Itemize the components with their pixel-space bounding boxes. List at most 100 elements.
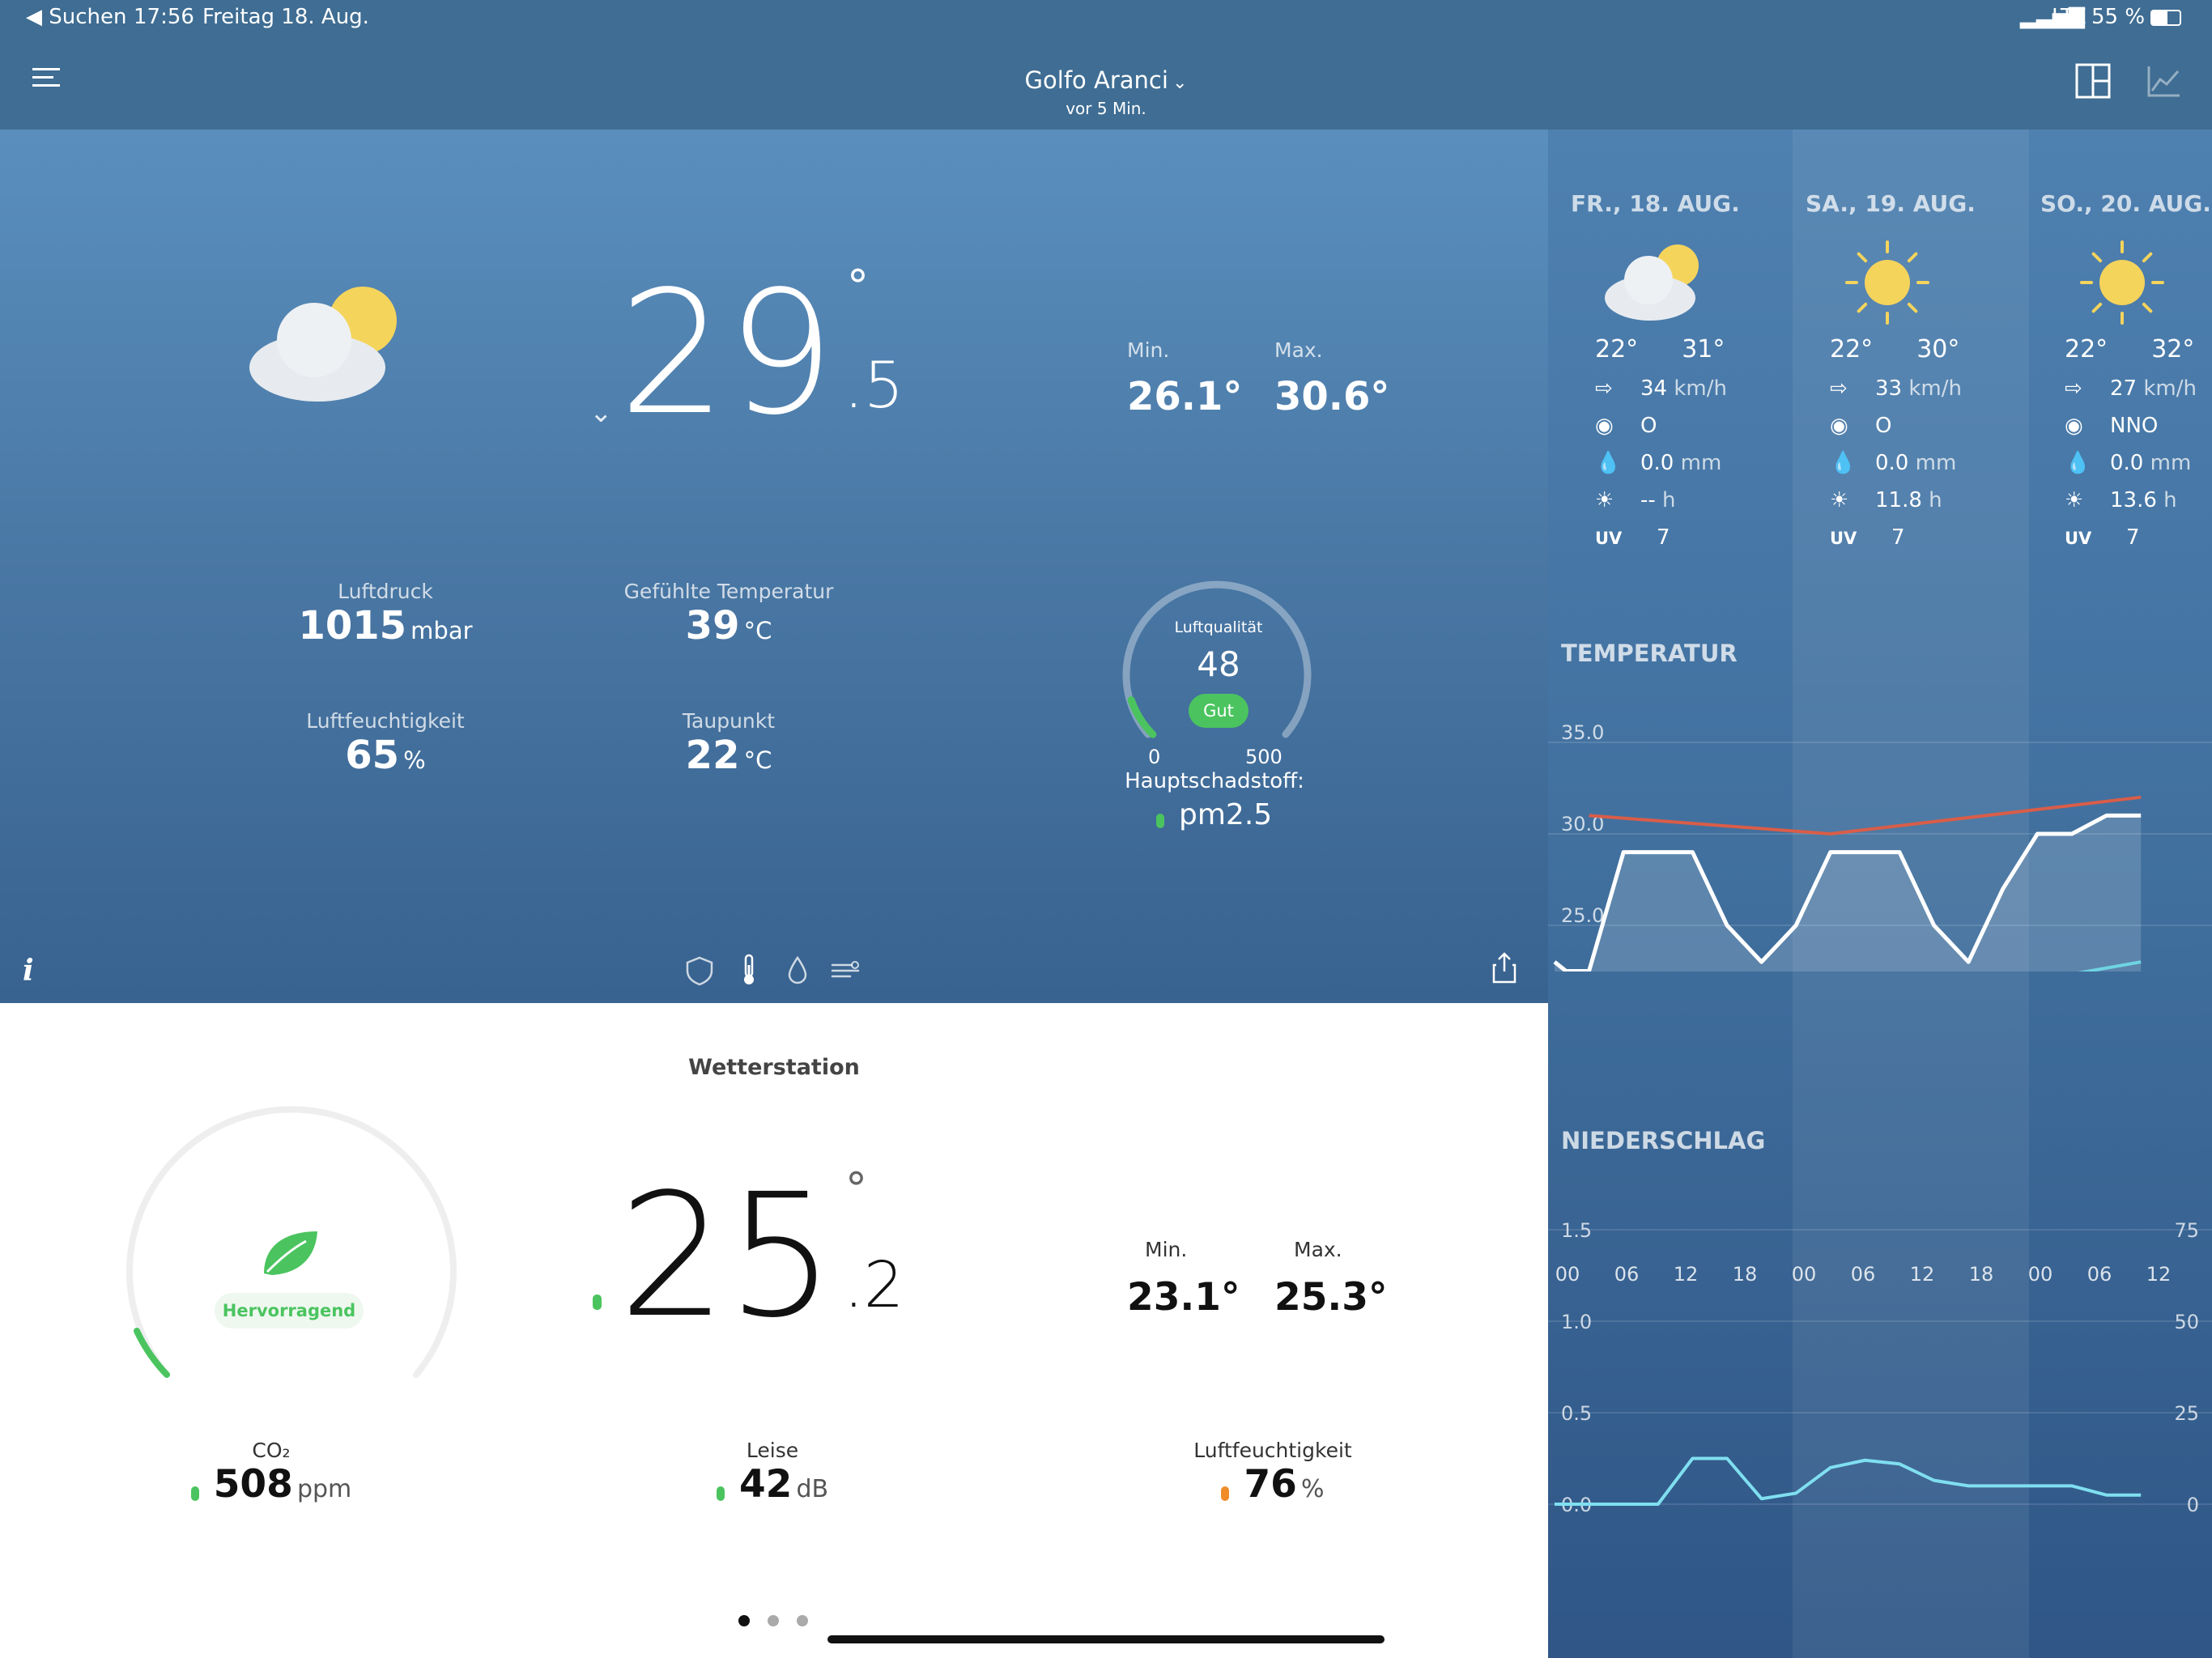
forecast-day-title: SA., 19. AUG. xyxy=(1806,190,1976,217)
compass-icon: ◉ xyxy=(2065,414,2083,438)
pollutant-row: pm2.5 xyxy=(1156,798,1272,831)
rain-y2-tick: 25 xyxy=(2174,1402,2199,1425)
pollutant-label: Hauptschadstoff: xyxy=(1125,769,1304,793)
pressure-value: 1015 xyxy=(298,603,407,648)
forecast-uv: UV 7 xyxy=(1830,525,1905,550)
air-quality-title: Luftqualität xyxy=(1174,619,1263,636)
chevron-down-icon: ⌄ xyxy=(1172,73,1188,93)
home-indicator[interactable] xyxy=(827,1635,1385,1643)
rain-x-tick: 12 xyxy=(1674,1263,1699,1286)
page-dot-3[interactable] xyxy=(797,1615,808,1626)
dew-point-unit: °C xyxy=(743,746,772,774)
outdoor-min-label: Min. xyxy=(1127,338,1170,362)
temperature-section-title: TEMPERATUR xyxy=(1561,640,1738,667)
wind-icon[interactable] xyxy=(831,959,863,981)
co2-label: CO₂ xyxy=(252,1439,291,1462)
graph-icon[interactable] xyxy=(2147,65,2181,97)
weather-station-panel: Wetterstation Hervorragend 25 ° .2 Min. … xyxy=(0,1003,1548,1658)
forecast-high: 30° xyxy=(1916,335,1960,363)
forecast-sunshine: ☀ 13.6 h xyxy=(2065,488,2177,512)
rain-y-tick: 1.5 xyxy=(1561,1219,1592,1242)
menu-icon[interactable] xyxy=(32,68,60,91)
air-quality-badge: Gut xyxy=(1189,694,1249,728)
forecast-wind: ⇨ 33 km/h xyxy=(1830,376,1962,401)
outdoor-panel: ⌄ 29 ° .5 Min. Max. 26.1° 30.6° Luftdruc… xyxy=(0,130,1548,1003)
page-dot-2[interactable] xyxy=(768,1615,779,1626)
rain-y2-tick: 50 xyxy=(2174,1311,2199,1333)
sun-icon xyxy=(2078,238,2212,335)
pressure-block: Luftdruck 1015 mbar xyxy=(264,580,507,648)
station-degree-symbol: ° xyxy=(845,1163,867,1214)
top-bar: ◀ Suchen 17:56 Freitag 18. Aug. ▂▃▅▇ LTE… xyxy=(0,0,2212,130)
raindrops-icon: 💧 xyxy=(2065,451,2091,475)
feels-like-block: Gefühlte Temperatur 39 °C xyxy=(591,580,866,648)
droplet-icon[interactable] xyxy=(787,955,808,984)
uv-label: UV xyxy=(1595,529,1623,548)
forecast-wind: ⇨ 27 km/h xyxy=(2065,376,2197,401)
rain-y-tick: 0.5 xyxy=(1561,1402,1592,1425)
forecast-day-column[interactable]: FR., 18. AUG. 22° 31° ⇨ 34 km/h ◉ O 💧 0.0 mm ☀ -- … xyxy=(1571,190,1791,550)
wind-arrow-icon: ⇨ xyxy=(1595,376,1613,401)
precipitation-chart: 2.0 mm100%1.5751.0500.5250.0000061218000… xyxy=(1548,1219,2212,1516)
rain-x-tick: 00 xyxy=(1792,1263,1817,1286)
forecast-temp-range: 22° 31° xyxy=(1595,335,1791,363)
page-dot-1[interactable] xyxy=(738,1615,750,1626)
forecast-high: 31° xyxy=(1682,335,1725,363)
co2-block: CO₂ 508 ppm xyxy=(162,1439,381,1507)
rain-x-tick: 18 xyxy=(1733,1263,1758,1286)
noise-value: 42 xyxy=(738,1462,793,1507)
dashboard-layout-icon[interactable] xyxy=(2075,63,2111,99)
rain-x-tick: 12 xyxy=(2146,1263,2172,1286)
feels-like-value: 39 xyxy=(685,603,740,648)
pressure-label: Luftdruck xyxy=(338,580,433,603)
indoor-humidity-status-dot xyxy=(1221,1486,1230,1501)
forecast-low: 22° xyxy=(1830,335,1874,363)
forecast-sunshine: ☀ 11.8 h xyxy=(1830,488,1942,512)
share-icon[interactable] xyxy=(1491,952,1517,984)
indoor-humidity-label: Luftfeuchtigkeit xyxy=(1193,1439,1352,1462)
rain-x-tick: 18 xyxy=(1969,1263,1994,1286)
compass-icon: ◉ xyxy=(1595,414,1614,438)
location-selector[interactable]: Golfo Aranci ⌄ vor 5 Min. xyxy=(944,66,1268,118)
sunshine-icon: ☀ xyxy=(2065,488,2084,512)
station-title: Wetterstation xyxy=(688,1055,860,1080)
station-max-value: 25.3° xyxy=(1274,1275,1388,1320)
air-quality-scale-max: 500 xyxy=(1245,746,1283,768)
network-type: LTE xyxy=(2052,5,2087,29)
status-date: Freitag 18. Aug. xyxy=(202,5,369,29)
compass-icon: ◉ xyxy=(1830,414,1848,438)
outdoor-min-value: 26.1° xyxy=(1127,374,1243,419)
forecast-day-column[interactable]: SO., 20. AUG. 22° 32° ⇨ 27 km/h ◉ NNO 💧 0.0 mm ☀ 1… xyxy=(2040,190,2212,550)
noise-status-dot xyxy=(716,1486,725,1501)
back-to-search-link[interactable]: ◀ Suchen xyxy=(26,5,127,29)
shield-icon[interactable] xyxy=(685,955,714,986)
outdoor-max-value: 30.6° xyxy=(1274,374,1390,419)
forecast-panel: FR., 18. AUG. 22° 31° ⇨ 34 km/h ◉ O 💧 0.0 mm ☀ -- … xyxy=(1548,130,2212,1658)
co2-value: 508 xyxy=(213,1462,293,1507)
noise-unit: dB xyxy=(796,1475,829,1503)
station-max-label: Max. xyxy=(1294,1238,1342,1261)
forecast-temp-range: 22° 32° xyxy=(2065,335,2212,363)
temp-y-tick: 25.0 xyxy=(1561,904,1604,927)
rain-y-tick: 1.0 xyxy=(1561,1311,1592,1333)
rain-series-line xyxy=(1555,1456,2142,1506)
station-temp-status-dot xyxy=(593,1295,602,1310)
sunshine-icon: ☀ xyxy=(1830,488,1849,512)
thermometer-icon[interactable] xyxy=(738,954,759,986)
forecast-uv: UV 7 xyxy=(1595,525,1670,550)
updated-time: vor 5 Min. xyxy=(1066,99,1146,118)
temp-y-tick: 35.0 xyxy=(1561,721,1604,744)
noise-label: Leise xyxy=(746,1439,799,1462)
info-icon[interactable]: i xyxy=(23,954,34,988)
forecast-wind-direction: ◉ O xyxy=(1830,414,1892,438)
air-quality-value: 48 xyxy=(1197,644,1240,684)
forecast-day-title: FR., 18. AUG. xyxy=(1571,190,1740,217)
dew-point-value: 22 xyxy=(685,733,740,778)
raindrops-icon: 💧 xyxy=(1595,451,1622,475)
forecast-wind: ⇨ 34 km/h xyxy=(1595,376,1727,401)
degree-symbol: ° xyxy=(847,261,869,312)
forecast-day-column[interactable]: SA., 19. AUG. 22° 30° ⇨ 33 km/h ◉ O 💧 0.0 mm ☀ 11.… xyxy=(1806,190,2026,550)
outdoor-temperature: 29 xyxy=(619,254,836,453)
precipitation-section-title: NIEDERSCHLAG xyxy=(1561,1127,1766,1154)
forecast-day-title: SO., 20. AUG. xyxy=(2040,190,2211,217)
